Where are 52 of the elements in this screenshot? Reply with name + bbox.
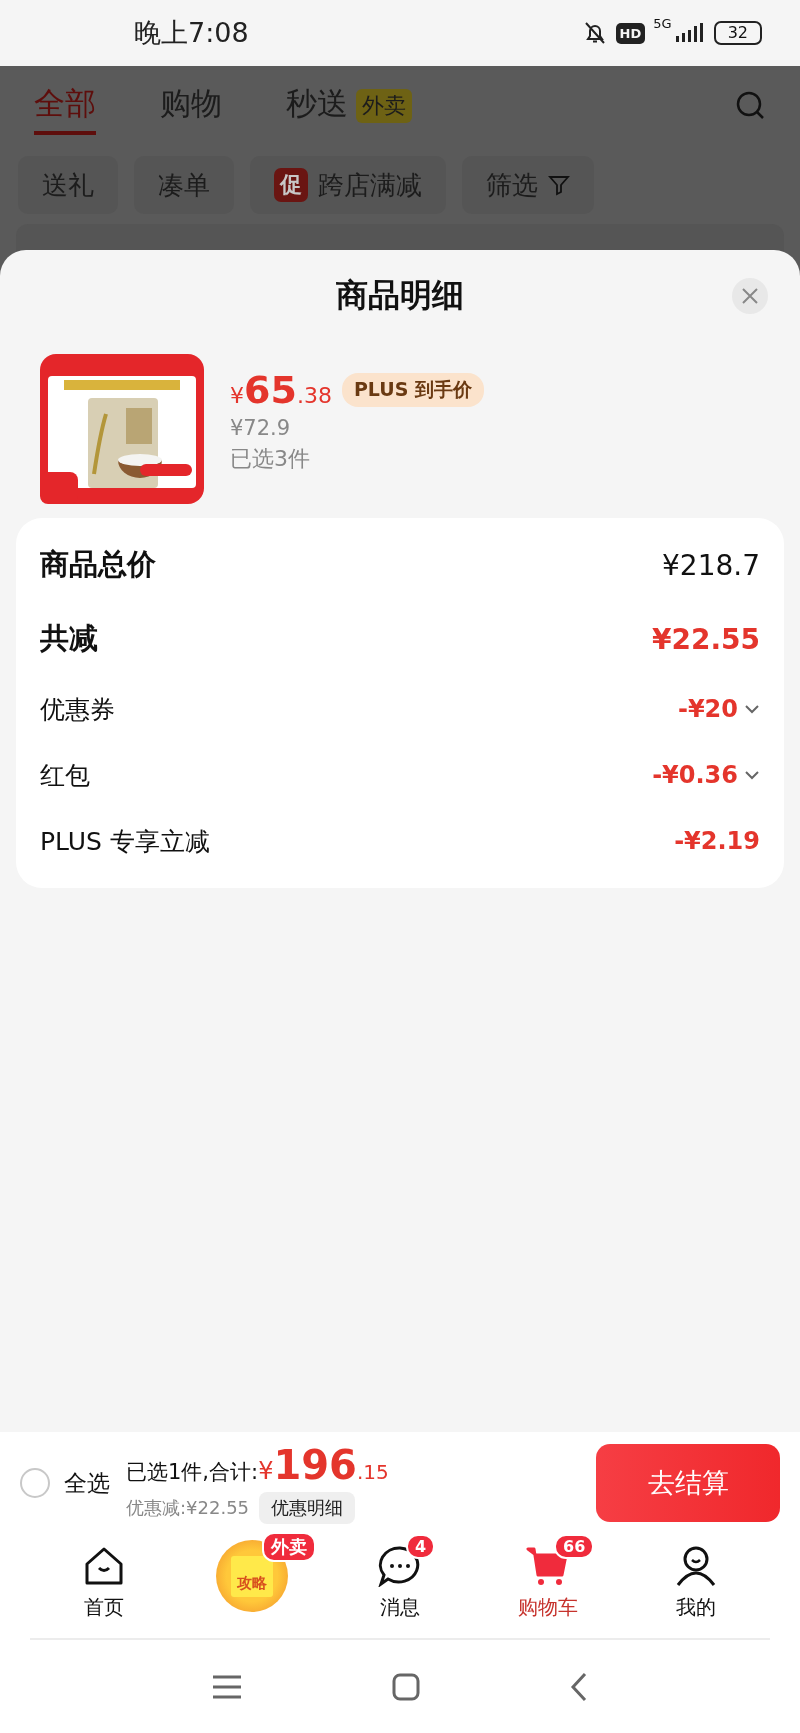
summary-label: 红包 xyxy=(40,759,90,792)
summary-label: 优惠券 xyxy=(40,693,115,726)
category-tab[interactable]: 全部 xyxy=(34,77,96,135)
home-button-icon[interactable] xyxy=(392,1672,420,1701)
discount-detail-button[interactable]: 优惠明细 xyxy=(259,1492,356,1524)
original-price: ¥72.9 xyxy=(230,416,292,440)
checkout-button[interactable]: 去结算 xyxy=(596,1444,780,1522)
notification-badge: 66 xyxy=(554,1534,595,1559)
category-tab[interactable]: 购物 xyxy=(160,77,222,135)
selection-summary: 已选1件,合计: xyxy=(126,1459,259,1486)
hd-badge: HD xyxy=(615,22,646,44)
profile-icon[interactable] xyxy=(675,1545,717,1587)
summary-value: -¥2.19 xyxy=(674,827,760,855)
summary-value: ¥218.7 xyxy=(662,548,760,582)
summary-value: ¥22.55 xyxy=(651,622,760,656)
status-time: 晚上7:08 xyxy=(134,16,249,50)
close-button[interactable] xyxy=(732,278,768,314)
close-icon xyxy=(741,287,759,305)
home-icon[interactable] xyxy=(83,1546,125,1586)
notification-badge: 外卖 xyxy=(262,1532,316,1562)
sheet-title: 商品明细 xyxy=(336,275,464,316)
plus-price-label: PLUS 到手价 xyxy=(341,373,484,407)
back-icon[interactable] xyxy=(570,1671,588,1702)
search-icon[interactable] xyxy=(736,91,766,121)
nav-label[interactable]: 购物车 xyxy=(518,1594,578,1621)
chevron-down-icon[interactable] xyxy=(744,770,760,780)
select-all-checkbox[interactable] xyxy=(20,1468,50,1498)
summary-label: 商品总价 xyxy=(40,546,156,583)
category-tab[interactable]: 秒送 xyxy=(286,77,348,135)
filter-icon xyxy=(548,174,570,196)
total-price: ¥196.15 xyxy=(258,1442,389,1488)
filter-chip[interactable]: 送礼 xyxy=(18,156,118,214)
nav-label[interactable]: 我的 xyxy=(676,1594,716,1621)
summary-value: -¥20 xyxy=(677,695,738,723)
product-price: ¥65.38 xyxy=(230,368,332,412)
selected-quantity: 已选3件 xyxy=(230,445,311,473)
tab-badge: 外卖 xyxy=(356,89,412,123)
filter-chip[interactable]: 促 跨店满减 xyxy=(250,156,446,214)
select-all-label[interactable]: 全选 xyxy=(64,1467,110,1499)
summary-label: 共减 xyxy=(40,620,98,657)
filter-chip[interactable]: 凑单 xyxy=(134,156,234,214)
notification-badge: 4 xyxy=(406,1534,436,1559)
summary-value: -¥0.36 xyxy=(652,761,738,789)
chevron-down-icon[interactable] xyxy=(744,704,760,714)
nav-label[interactable]: 消息 xyxy=(380,1594,420,1621)
summary-label: PLUS 专享立减 xyxy=(40,825,210,858)
nav-label[interactable]: 首页 xyxy=(84,1594,124,1621)
filter-chip[interactable]: 筛选 xyxy=(462,156,594,214)
discount-amount: 优惠减:¥22.55 xyxy=(126,1496,250,1520)
network-label: 5G xyxy=(653,16,672,31)
menu-icon[interactable] xyxy=(212,1673,242,1700)
battery-indicator: 32 xyxy=(713,21,762,45)
